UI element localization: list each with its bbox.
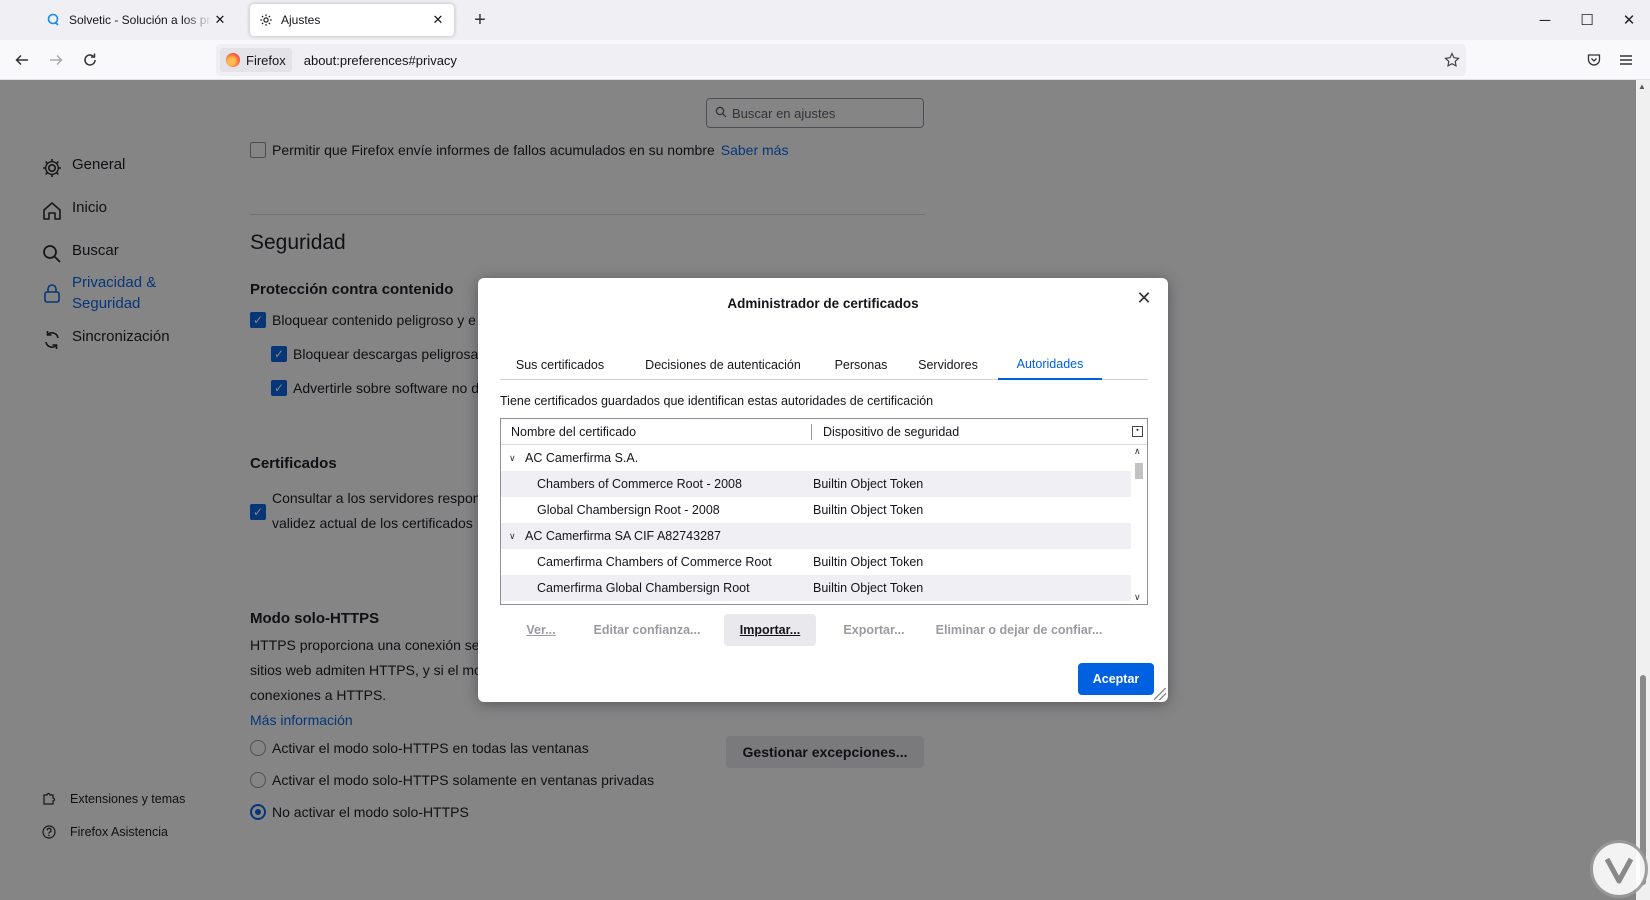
tab-authorities[interactable]: Autoridades: [998, 350, 1102, 380]
watermark-logo: [1590, 840, 1648, 898]
solvetic-favicon-icon: [46, 12, 62, 28]
column-header-name[interactable]: Nombre del certificado: [511, 419, 636, 445]
delete-distrust-button[interactable]: Eliminar o dejar de confiar...: [930, 614, 1108, 646]
import-button-label: Importar...: [739, 623, 801, 637]
cert-name: Global Chambersign Root - 2008: [537, 503, 720, 517]
tab-your-certs[interactable]: Sus certificados: [500, 350, 620, 380]
resize-grip[interactable]: [1154, 688, 1166, 700]
edit-trust-button[interactable]: Editar confianza...: [582, 614, 712, 646]
close-icon[interactable]: ✕: [1132, 286, 1156, 310]
tab-auth-decisions[interactable]: Decisiones de autenticación: [628, 350, 818, 380]
tree-row[interactable]: ∨ AC Camerfirma S.A.: [501, 445, 1131, 471]
certificate-tree[interactable]: Nombre del certificado Dispositivo de se…: [500, 418, 1148, 605]
firefox-logo-icon: [226, 53, 240, 67]
tab-people[interactable]: Personas: [824, 350, 898, 380]
star-icon[interactable]: [1438, 52, 1466, 68]
tab-ajustes[interactable]: Ajustes ✕: [250, 4, 454, 36]
identity-box[interactable]: Firefox: [220, 48, 292, 72]
close-window-button[interactable]: ✕: [1606, 0, 1650, 40]
view-button[interactable]: Ver...: [508, 614, 574, 646]
tree-rows: ∨ AC Camerfirma S.A. Chambers of Commerce…: [501, 445, 1131, 601]
certificate-manager-dialog: Administrador de certificados ✕ Sus cert…: [478, 278, 1168, 702]
url-bar[interactable]: Firefox about:preferences#privacy: [216, 44, 1466, 76]
export-button[interactable]: Exportar...: [826, 614, 922, 646]
tab-title: Solvetic - Solución a los problemas: [69, 13, 212, 27]
accept-button[interactable]: Aceptar: [1078, 663, 1154, 695]
minimize-button[interactable]: ─: [1522, 0, 1568, 40]
url-text[interactable]: about:preferences#privacy: [304, 53, 1438, 68]
tree-row[interactable]: Camerfirma Global Chambersign Root Built…: [501, 575, 1131, 601]
pocket-button[interactable]: [1580, 46, 1608, 74]
tree-row[interactable]: Camerfirma Chambers of Commerce Root Bui…: [501, 549, 1131, 575]
identity-label: Firefox: [246, 52, 286, 68]
close-tab-icon[interactable]: ✕: [212, 12, 228, 28]
view-button-label: Ver...: [526, 623, 556, 637]
tree-scrollbar-thumb[interactable]: [1135, 463, 1143, 479]
scroll-up-icon[interactable]: ∧: [1134, 446, 1141, 457]
tree-scrollbar[interactable]: ∧ ∨: [1131, 445, 1147, 604]
dialog-description: Tiene certificados guardados que identif…: [500, 394, 934, 408]
tab-strip: Solvetic - Solución a los problemas ✕ Aj…: [0, 0, 1650, 40]
cert-name: Camerfirma Global Chambersign Root: [537, 581, 750, 595]
page-scrollbar[interactable]: ▲: [1636, 80, 1650, 900]
gear-icon: [258, 12, 274, 28]
column-picker-icon[interactable]: ▪: [1132, 426, 1143, 437]
tree-row[interactable]: Global Chambersign Root - 2008 Builtin O…: [501, 497, 1131, 523]
edit-trust-button-label: Editar confianza...: [593, 623, 701, 637]
tab-title: Ajustes: [281, 13, 321, 27]
cert-device: Builtin Object Token: [813, 477, 924, 491]
scroll-down-icon[interactable]: ∨: [1134, 592, 1141, 603]
hamburger-icon: [1620, 55, 1632, 65]
tab-servers[interactable]: Servidores: [906, 350, 990, 380]
reload-button[interactable]: [76, 46, 104, 74]
dialog-tab-strip: Sus certificados Decisiones de autentica…: [500, 350, 1148, 380]
export-button-label: Exportar...: [843, 623, 905, 637]
chevron-down-icon[interactable]: ∨: [509, 453, 521, 464]
cert-name: Camerfirma Chambers of Commerce Root: [537, 555, 772, 569]
cert-org-name: AC Camerfirma SA CIF A82743287: [525, 529, 721, 543]
tab-solvetic[interactable]: Solvetic - Solución a los problemas ✕: [38, 4, 236, 36]
cert-device: Builtin Object Token: [813, 555, 924, 569]
tree-header: Nombre del certificado Dispositivo de se…: [501, 419, 1147, 445]
cert-name: Chambers of Commerce Root - 2008: [537, 477, 742, 491]
delete-button-label: Eliminar o dejar de confiar...: [935, 623, 1103, 637]
menu-button[interactable]: [1612, 46, 1640, 74]
close-tab-icon[interactable]: ✕: [430, 12, 446, 28]
import-button[interactable]: Importar...: [724, 614, 816, 646]
forward-button[interactable]: [42, 46, 70, 74]
column-splitter[interactable]: [811, 424, 812, 440]
arrow-right-icon: [50, 54, 63, 66]
scroll-up-icon[interactable]: ▲: [1638, 82, 1646, 91]
column-header-device[interactable]: Dispositivo de seguridad: [823, 419, 959, 445]
cert-org-name: AC Camerfirma S.A.: [525, 451, 639, 465]
pocket-icon: [1587, 54, 1601, 66]
tree-row[interactable]: Chambers of Commerce Root - 2008 Builtin…: [501, 471, 1131, 497]
chevron-down-icon[interactable]: ∨: [509, 531, 521, 542]
new-tab-button[interactable]: +: [468, 8, 492, 32]
maximize-button[interactable]: ☐: [1564, 0, 1610, 40]
back-button[interactable]: [8, 46, 36, 74]
nav-bar: Firefox about:preferences#privacy: [0, 40, 1650, 80]
reload-icon: [84, 53, 96, 66]
tree-row[interactable]: ∨ AC Camerfirma SA CIF A82743287: [501, 523, 1131, 549]
cert-device: Builtin Object Token: [813, 581, 924, 595]
dialog-title: Administrador de certificados: [727, 296, 919, 311]
arrow-left-icon: [15, 54, 28, 66]
cert-device: Builtin Object Token: [813, 503, 924, 517]
